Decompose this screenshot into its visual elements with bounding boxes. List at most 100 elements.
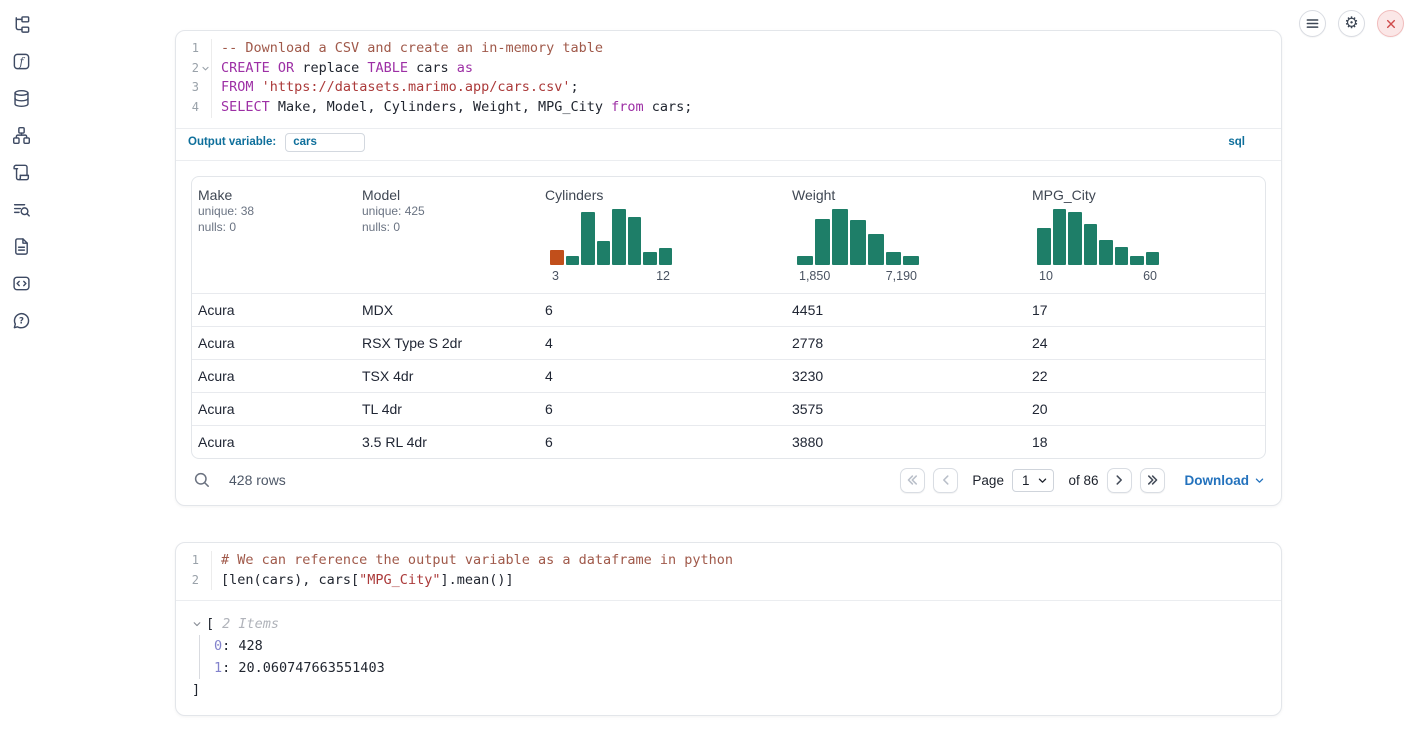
table-row: AcuraRSX Type S 2dr4277824 <box>192 326 1265 359</box>
download-button[interactable]: Download <box>1185 473 1266 488</box>
table-footer: 428 rows Page 1 of 86 <box>176 459 1281 505</box>
previous-page-button[interactable] <box>933 468 958 493</box>
last-page-button[interactable] <box>1140 468 1165 493</box>
column-histogram: 10 60 <box>1037 209 1159 283</box>
output-variable-label: Output variable: <box>188 136 276 148</box>
scroll-icon <box>12 163 31 182</box>
histogram-bar <box>597 241 611 265</box>
line-gutter: 3 <box>176 78 212 98</box>
function-button[interactable]: f <box>12 52 32 72</box>
table-cell: 3.5 RL 4dr <box>362 434 545 450</box>
histogram-bars <box>550 209 672 265</box>
code-line: 3FROM 'https://datasets.marimo.app/cars.… <box>176 78 1281 98</box>
page-select-value: 1 <box>1022 473 1030 488</box>
line-gutter: 2 <box>176 571 212 591</box>
table-cell: 18 <box>1032 434 1265 450</box>
pagination: Page 1 of 86 Download <box>900 468 1265 493</box>
table-cell: MDX <box>362 302 545 318</box>
sql-code-editor[interactable]: 1-- Download a CSV and create an in-memo… <box>176 31 1281 128</box>
sql-cell: 1-- Download a CSV and create an in-memo… <box>175 30 1282 506</box>
table-cell: Acura <box>198 335 362 351</box>
histogram-bar <box>886 252 902 265</box>
output-list-item: 1: 20.060747663551403 <box>214 657 1265 679</box>
table-cell: 22 <box>1032 368 1265 384</box>
chevron-left-icon <box>939 473 953 487</box>
line-number: 2 <box>192 59 199 79</box>
table-header: Makeunique: 38nulls: 0Modelunique: 425nu… <box>192 177 1265 293</box>
function-icon: f <box>12 52 31 71</box>
axis-label: 60 <box>1143 269 1157 283</box>
table-cell: 4 <box>545 335 792 351</box>
column-histogram: 312 <box>550 209 672 283</box>
shutdown-button[interactable] <box>1377 10 1404 37</box>
code-text: # We can reference the output variable a… <box>212 551 733 571</box>
fold-toggle-icon[interactable] <box>199 64 211 73</box>
settings-button[interactable]: ⚙ <box>1338 10 1365 37</box>
item-value: : 20.060747663551403 <box>222 660 385 676</box>
table-row: Acura3.5 RL 4dr6388018 <box>192 425 1265 458</box>
python-code-editor[interactable]: 1# We can reference the output variable … <box>176 543 1281 600</box>
column-stat: nulls: 0 <box>362 219 545 236</box>
gear-icon: ⚙ <box>1344 16 1358 32</box>
close-bracket: ] <box>192 679 1265 701</box>
axis-label: 7,190 <box>886 269 917 283</box>
line-gutter: 1 <box>176 551 212 571</box>
histogram-bar <box>903 256 919 265</box>
histogram-bars <box>1037 209 1159 265</box>
database-button[interactable] <box>12 89 32 109</box>
svg-text:f: f <box>18 55 25 68</box>
chevrons-right-icon <box>1145 473 1159 487</box>
page-select[interactable]: 1 <box>1012 469 1055 492</box>
column-header-make[interactable]: Makeunique: 38nulls: 0 <box>198 185 362 283</box>
first-page-button[interactable] <box>900 468 925 493</box>
histogram-bar <box>659 248 673 265</box>
next-page-button[interactable] <box>1107 468 1132 493</box>
divider <box>176 160 1281 161</box>
code-line: 1-- Download a CSV and create an in-memo… <box>176 39 1281 59</box>
histogram-bar <box>1146 252 1160 265</box>
line-gutter: 2 <box>176 59 212 79</box>
histogram-bar <box>832 209 848 265</box>
table-cell: 6 <box>545 302 792 318</box>
language-badge: sql <box>1228 136 1245 148</box>
list-search-button[interactable] <box>12 200 32 220</box>
item-value: : 428 <box>222 638 263 654</box>
items-count-label: 2 Items <box>222 613 279 635</box>
output-list-items: 0: 4281: 20.060747663551403 <box>199 635 1265 679</box>
column-header-weight[interactable]: Weight 1,850 7,190 <box>792 185 1032 283</box>
table-body: AcuraMDX6445117AcuraRSX Type S 2dr427782… <box>192 293 1265 458</box>
table-row: AcuraTSX 4dr4323022 <box>192 359 1265 392</box>
column-name: Weight <box>792 185 1032 203</box>
search-button[interactable] <box>192 470 212 490</box>
histogram-axis-labels: 10 60 <box>1037 269 1159 283</box>
axis-label: 10 <box>1039 269 1053 283</box>
column-header-model[interactable]: Modelunique: 425nulls: 0 <box>362 185 545 283</box>
output-variable-input[interactable] <box>285 133 365 152</box>
column-stat: nulls: 0 <box>198 219 362 236</box>
help-button[interactable]: ? <box>12 311 32 331</box>
code-line: 4SELECT Make, Model, Cylinders, Weight, … <box>176 98 1281 118</box>
chevron-down-icon <box>1254 475 1265 486</box>
menu-button[interactable] <box>1299 10 1326 37</box>
histogram-bar <box>850 220 866 265</box>
histogram-bar <box>1068 212 1082 265</box>
dependency-graph-button[interactable] <box>12 126 32 146</box>
histogram-bar <box>1037 228 1051 265</box>
snippets-button[interactable] <box>12 274 32 294</box>
page-total-label: of 86 <box>1068 473 1098 488</box>
table-cell: RSX Type S 2dr <box>362 335 545 351</box>
scroll-button[interactable] <box>12 163 32 183</box>
axis-label: 1,850 <box>799 269 830 283</box>
item-index: 1 <box>214 660 222 676</box>
histogram-bar <box>581 212 595 265</box>
table-cell: 17 <box>1032 302 1265 318</box>
code-text: CREATE OR replace TABLE cars as <box>212 59 473 79</box>
column-header-mpg_city[interactable]: MPG_City1060 <box>1032 185 1265 283</box>
histogram-axis-labels: 312 <box>550 269 672 283</box>
file-tree-button[interactable] <box>12 15 32 35</box>
code-text: FROM 'https://datasets.marimo.app/cars.c… <box>212 78 579 98</box>
column-header-cylinders[interactable]: Cylinders312 <box>545 185 792 283</box>
collapse-toggle-icon[interactable] <box>192 619 202 629</box>
document-button[interactable] <box>12 237 32 257</box>
table-cell: 20 <box>1032 401 1265 417</box>
